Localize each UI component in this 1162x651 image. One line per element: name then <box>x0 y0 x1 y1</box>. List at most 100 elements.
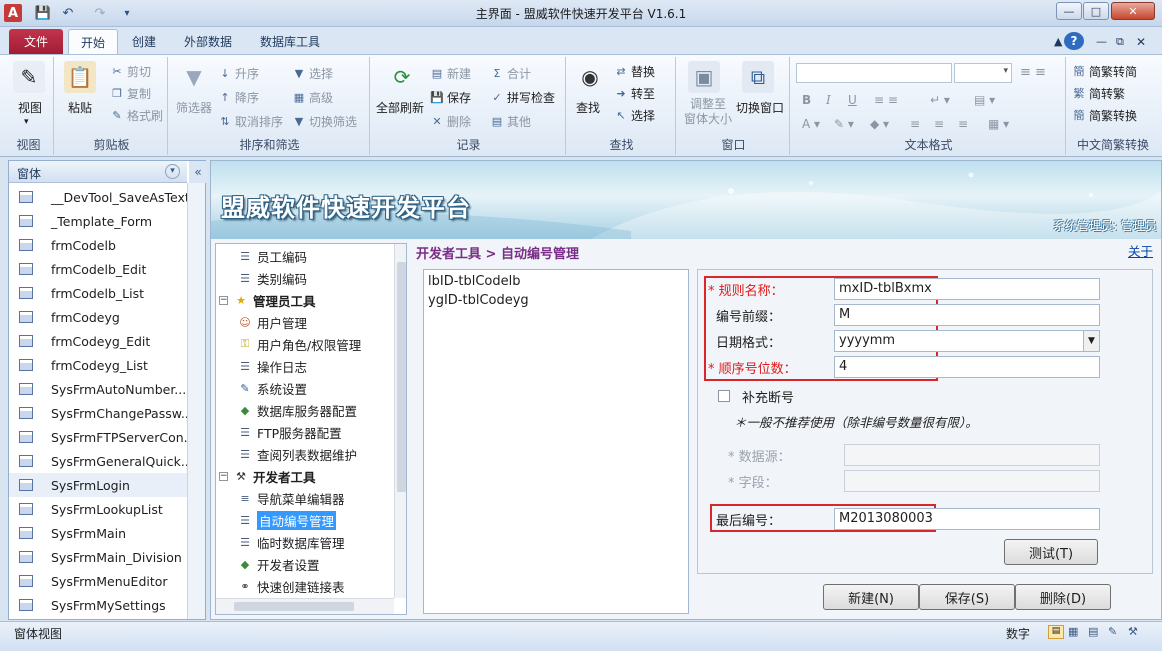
find-button[interactable]: 查找 <box>576 99 600 116</box>
italic-button[interactable]: I <box>826 93 831 107</box>
tree-expander-icon[interactable]: − <box>219 472 228 481</box>
replace-button[interactable]: ⇄ 替换 <box>614 63 655 80</box>
tree-node[interactable]: ⚭ 快速创建链接表 <box>238 576 344 596</box>
rule-list[interactable]: lbID-tblCodelb ygID-tblCodeyg <box>423 269 689 614</box>
align-center-icon[interactable]: ≡ <box>934 117 944 131</box>
nav-form-item[interactable]: frmCodelb_Edit <box>9 257 187 281</box>
save-button[interactable]: 保存(S) <box>919 584 1015 610</box>
view-button[interactable]: 视图 <box>18 99 42 116</box>
simp-to-trad-button[interactable]: 繁简转繁 <box>1072 85 1126 102</box>
new-record-button[interactable]: ▤ 新建 <box>430 65 471 82</box>
tree-node[interactable]: ★ 管理员工具 <box>234 290 315 310</box>
trad-to-simp-button[interactable]: 簡简繁转简 <box>1072 63 1138 80</box>
nav-scrollbar[interactable] <box>187 183 205 619</box>
copy-button[interactable]: ❐ 复制 <box>110 85 151 102</box>
align-left-icon[interactable]: ≡ <box>910 117 920 131</box>
tab-create[interactable]: 创建 <box>124 29 164 54</box>
nav-form-item[interactable]: SysFrmGeneralQuick... <box>9 449 193 473</box>
clear-sort-button[interactable]: ⇅ 取消排序 <box>218 113 283 130</box>
delete-record-button[interactable]: ✕ 删除 <box>430 113 471 130</box>
tree-scroll-thumb[interactable] <box>397 262 406 492</box>
close-button[interactable]: ✕ <box>1111 2 1155 20</box>
switch-window-button[interactable]: 切换窗口 <box>736 99 784 116</box>
delete-button[interactable]: 删除(D) <box>1015 584 1111 610</box>
toggle-filter-button[interactable]: ▼ 切换筛选 <box>292 113 357 130</box>
cut-button[interactable]: ✂ 剪切 <box>110 63 151 80</box>
tab-database-tools[interactable]: 数据库工具 <box>252 29 328 54</box>
tab-home[interactable]: 开始 <box>68 29 118 54</box>
fit-to-form-button[interactable]: 调整至 窗体大小 <box>684 97 732 127</box>
design-view-icon[interactable]: ✎ <box>1108 625 1117 638</box>
help-icon[interactable]: ? <box>1064 32 1084 50</box>
table-grid-icon[interactable]: ▦ ▾ <box>988 117 1009 131</box>
nav-form-item[interactable]: frmCodeyg <box>9 305 187 329</box>
tree-node[interactable]: ☰ 查阅列表数据维护 <box>238 444 357 464</box>
last-number-input[interactable]: M2013080003 <box>834 508 1100 530</box>
nav-form-item[interactable]: frmCodeyg_List <box>9 353 187 377</box>
nav-form-item[interactable]: SysFrmMain <box>9 521 187 545</box>
bold-button[interactable]: B <box>802 93 811 107</box>
tree-node[interactable]: ☰ 自动编号管理 <box>238 510 337 530</box>
tree-expander-icon[interactable]: − <box>219 296 228 305</box>
view-dropdown-icon[interactable]: ▾ <box>24 117 29 127</box>
date-format-select[interactable]: yyyymm ▼ <box>834 330 1100 352</box>
format-painter-button[interactable]: ✎ 格式刷 <box>110 107 163 124</box>
tree-node[interactable]: ◆ 数据库服务器配置 <box>238 400 357 420</box>
highlight-icon[interactable]: ✎ ▾ <box>834 117 854 131</box>
nav-form-item[interactable]: SysFrmChangePassw... <box>9 401 193 425</box>
select-button[interactable]: ↖ 选择 <box>614 107 655 124</box>
tree-node[interactable]: ⚿ 用户角色/权限管理 <box>238 334 361 354</box>
save-record-button[interactable]: 💾 保存 <box>430 89 471 106</box>
more-button[interactable]: ▤ 其他 <box>490 113 531 130</box>
nav-form-item[interactable]: _Template_Form <box>9 209 187 233</box>
nav-form-item[interactable]: frmCodelb <box>9 233 187 257</box>
chevron-down-icon[interactable]: ▼ <box>1083 331 1099 351</box>
font-name-select[interactable] <box>796 63 952 83</box>
tree-node[interactable]: ☰ 员工编码 <box>238 246 307 266</box>
nav-menu-chevron-icon[interactable]: ▾ <box>165 164 180 179</box>
sort-asc-button[interactable]: ↓ 升序 <box>218 65 259 82</box>
advanced-filter-button[interactable]: ▦ 高级 <box>292 89 333 106</box>
nav-form-item[interactable]: SysFrmLookupList <box>9 497 187 521</box>
nav-collapse-icon[interactable]: « <box>189 161 207 183</box>
spell-check-button[interactable]: ✓ 拼写检查 <box>490 89 555 106</box>
tree-node[interactable]: ☺ 用户管理 <box>238 312 307 332</box>
tree-node[interactable]: ☰ 临时数据库管理 <box>238 532 344 552</box>
font-color-icon[interactable]: A ▾ <box>802 117 820 131</box>
bullets-icon[interactable]: ≡ ≡ <box>1020 65 1046 80</box>
tab-external-data[interactable]: 外部数据 <box>176 29 240 54</box>
field-input[interactable] <box>844 470 1100 492</box>
nav-form-item[interactable]: __DevTool_SaveAsText <box>9 185 190 209</box>
paragraph-direction-icon[interactable]: ↵ ▾ <box>930 93 950 107</box>
goto-button[interactable]: ➜ 转至 <box>614 85 655 102</box>
tab-file[interactable]: 文件 <box>9 29 63 54</box>
nav-form-item[interactable]: SysFrmMenuEditor <box>9 569 187 593</box>
maximize-button[interactable]: □ <box>1083 2 1109 20</box>
sort-desc-button[interactable]: ↑ 降序 <box>218 89 259 106</box>
datasource-input[interactable] <box>844 444 1100 466</box>
minimize-button[interactable]: — <box>1056 2 1082 20</box>
close-doc-icon[interactable]: ✕ <box>1128 29 1154 54</box>
tree-node[interactable]: ◆ 开发者设置 <box>238 554 320 574</box>
refresh-all-button[interactable]: 全部刷新 <box>376 99 424 116</box>
prefix-input[interactable]: M <box>834 304 1100 326</box>
totals-button[interactable]: Σ 合计 <box>490 65 532 82</box>
fill-gap-checkbox[interactable] <box>718 390 730 402</box>
nav-header[interactable]: 窗体 ▾ <box>9 161 187 183</box>
tree-node[interactable]: ≡ 导航菜单编辑器 <box>238 488 344 508</box>
tree-horizontal-scrollbar[interactable] <box>216 598 394 614</box>
tree-node[interactable]: ☰ FTP服务器配置 <box>238 422 342 442</box>
convert-button[interactable]: 簡简繁转换 <box>1072 107 1138 124</box>
test-button[interactable]: 测试(T) <box>1004 539 1098 565</box>
rule-name-input[interactable]: mxID-tblBxmx <box>834 278 1100 300</box>
nav-form-item[interactable]: SysFrmAutoNumber... <box>9 377 187 401</box>
tree-vertical-scrollbar[interactable] <box>394 244 406 598</box>
fill-color-icon[interactable]: ◆ ▾ <box>870 117 889 131</box>
tree-hscroll-thumb[interactable] <box>234 602 354 611</box>
new-button[interactable]: 新建(N) <box>823 584 919 610</box>
list-item[interactable]: ygID-tblCodeyg <box>428 293 529 308</box>
tree-node[interactable]: ✎ 系统设置 <box>238 378 307 398</box>
underline-button[interactable]: U <box>848 93 857 107</box>
nav-form-item[interactable]: SysFrmFTPServerCon... <box>9 425 196 449</box>
filter-button[interactable]: 筛选器 <box>176 99 212 116</box>
